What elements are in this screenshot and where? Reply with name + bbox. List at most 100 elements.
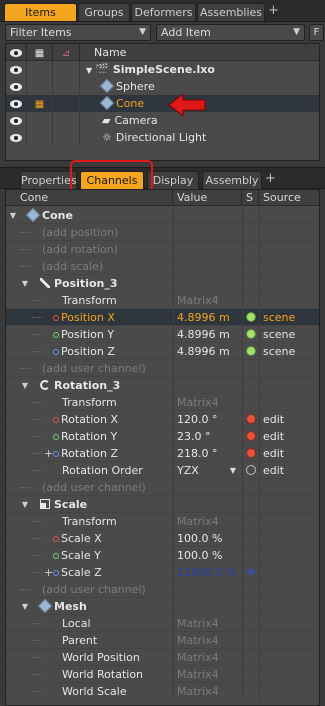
empty-dot-icon[interactable] (246, 465, 256, 475)
channel-row[interactable]: Transform Matrix4 (6, 394, 319, 411)
channel-state[interactable] (242, 496, 259, 513)
channel-value[interactable]: 4.8996 m (173, 343, 242, 360)
s-column-header[interactable]: S (242, 190, 259, 206)
channel-group-row[interactable]: ▼ Rotation_3 (6, 377, 319, 394)
visibility-column-header[interactable] (6, 44, 27, 61)
add-channel-row[interactable]: (add position) (6, 224, 319, 241)
chevron-down-icon[interactable]: ▼ (230, 462, 236, 479)
channel-state[interactable] (242, 445, 259, 462)
channel-group-row[interactable]: ▼ Position_3 (6, 275, 319, 292)
channel-state[interactable] (242, 292, 259, 309)
tab-deformers[interactable]: Deformers (131, 3, 196, 21)
tab-display[interactable]: Display (147, 171, 199, 189)
channel-state[interactable] (242, 547, 259, 564)
channel-state[interactable] (242, 224, 259, 241)
lock-column-header[interactable]: ▦ (27, 44, 53, 61)
expand-triangle-icon[interactable]: ▼ (20, 377, 30, 394)
axis-column-header[interactable]: ⊿ (53, 44, 80, 61)
channel-state[interactable] (242, 343, 259, 360)
add-channel-row[interactable]: (add user channel) (6, 581, 319, 598)
channel-row[interactable]: World Scale Matrix4 (6, 683, 319, 700)
name-column-header[interactable]: Cone (6, 190, 173, 206)
add-channel-row[interactable]: (add user channel) (6, 360, 319, 377)
item-row-directional-light[interactable]: ☼ Directional Light (6, 129, 319, 146)
channel-state[interactable] (242, 462, 259, 479)
source-column-header[interactable]: Source (259, 190, 319, 206)
channel-row[interactable]: Rotation X 120.0 ° edit (6, 411, 319, 428)
channel-value[interactable]: YZX ▼ (173, 462, 242, 479)
channel-state[interactable] (242, 275, 259, 292)
channel-value[interactable]: 21800.0 % (173, 564, 242, 581)
channel-value[interactable]: 218.0 ° (173, 445, 242, 462)
tab-assembly[interactable]: Assembly (202, 171, 262, 189)
filter-items-dropdown[interactable]: Filter Items ▼ (5, 24, 151, 41)
channel-state[interactable] (242, 309, 259, 326)
channel-row[interactable]: Rotation Y 23.0 ° edit (6, 428, 319, 445)
channel-row[interactable]: Local Matrix4 (6, 615, 319, 632)
plus-icon[interactable]: + (44, 445, 53, 462)
channel-row[interactable]: Rotation Order YZX ▼ edit (6, 462, 319, 479)
green-dot-icon[interactable] (246, 312, 256, 322)
add-tab-icon[interactable]: + (268, 2, 279, 20)
eye-icon[interactable] (10, 100, 22, 108)
channel-link-icon[interactable] (53, 349, 59, 355)
channel-link-icon[interactable] (53, 553, 59, 559)
channel-state[interactable] (242, 513, 259, 530)
channel-value[interactable]: 23.0 ° (173, 428, 242, 445)
channel-row[interactable]: Position Z 4.8996 m scene (6, 343, 319, 360)
expand-triangle-icon[interactable]: ▼ (8, 207, 18, 224)
tab-groups[interactable]: Groups (78, 3, 130, 21)
channel-state[interactable] (242, 258, 259, 275)
eye-icon[interactable] (10, 66, 22, 74)
channel-state[interactable] (242, 207, 259, 224)
red-dot-icon[interactable] (246, 431, 256, 441)
channel-row[interactable]: + Scale Z 21800.0 % ✷ (6, 564, 319, 581)
eye-icon[interactable] (10, 134, 22, 142)
channel-row[interactable]: Position Y 4.8996 m scene (6, 326, 319, 343)
expand-triangle-icon[interactable]: ▼ (86, 66, 92, 75)
channel-row[interactable]: Parent Matrix4 (6, 632, 319, 649)
channel-state[interactable] (242, 428, 259, 445)
channel-value[interactable]: 120.0 ° (173, 411, 242, 428)
channel-state[interactable] (242, 530, 259, 547)
tab-assemblies[interactable]: Assemblies (197, 3, 265, 21)
add-tab-icon[interactable]: + (265, 170, 276, 188)
channel-row[interactable]: Scale Y 100.0 % (6, 547, 319, 564)
channel-state[interactable] (242, 377, 259, 394)
tab-items[interactable]: Items (4, 3, 77, 21)
channel-state[interactable] (242, 649, 259, 666)
eye-icon[interactable] (10, 117, 22, 125)
channel-state[interactable] (242, 598, 259, 615)
plus-icon[interactable]: + (44, 564, 53, 581)
channel-state[interactable] (242, 360, 259, 377)
add-item-dropdown[interactable]: Add Item ▼ (156, 24, 305, 41)
channel-value[interactable]: 4.8996 m (173, 326, 242, 343)
value-column-header[interactable]: Value (173, 190, 242, 206)
channel-row[interactable]: Transform Matrix4 (6, 292, 319, 309)
channel-row[interactable]: Position X 4.8996 m scene (6, 309, 319, 326)
channel-row[interactable]: World Position Matrix4 (6, 649, 319, 666)
channel-link-icon[interactable] (53, 434, 59, 440)
channel-row[interactable]: Transform Matrix4 (6, 513, 319, 530)
name-column-header[interactable]: Name (80, 44, 319, 61)
item-row-camera[interactable]: ▰ Camera (6, 112, 319, 129)
channel-state[interactable] (242, 683, 259, 700)
channel-link-icon[interactable] (53, 536, 59, 542)
channel-group-row[interactable]: ▼ Cone (6, 207, 319, 224)
channel-value[interactable]: 100.0 % (173, 530, 242, 547)
expand-triangle-icon[interactable]: ▼ (20, 496, 30, 513)
channel-value[interactable]: 100.0 % (173, 547, 242, 564)
channel-state[interactable] (242, 326, 259, 343)
channel-group-row[interactable]: ▼ Scale (6, 496, 319, 513)
green-dot-icon[interactable] (246, 346, 256, 356)
green-dot-icon[interactable] (246, 329, 256, 339)
channel-state[interactable] (242, 479, 259, 496)
filter-button[interactable]: F (309, 24, 324, 41)
add-channel-row[interactable]: (add scale) (6, 258, 319, 275)
channel-state[interactable] (242, 615, 259, 632)
item-row-sphere[interactable]: Sphere (6, 78, 319, 95)
channel-link-icon[interactable] (53, 315, 59, 321)
gear-icon[interactable]: ✷ (246, 565, 256, 579)
channel-link-icon[interactable] (53, 417, 59, 423)
selected-grid-icon[interactable]: ▦ (35, 99, 44, 110)
